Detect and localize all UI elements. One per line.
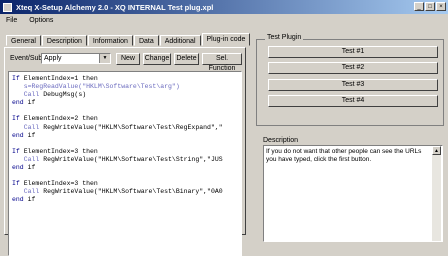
test-1-button[interactable]: Test #1 <box>268 46 438 58</box>
code-line: If ElementIndex=3 then <box>12 180 98 188</box>
test-plugin-label: Test Plugin <box>265 34 304 41</box>
tab-information[interactable]: Information <box>87 35 133 46</box>
delete-button[interactable]: Delete <box>174 53 199 65</box>
code-text: If ElementIndex=1 then s=RegReadValue("H… <box>12 75 223 205</box>
code-line: s=RegReadValue("HKLM\Software\Test\arg") <box>23 83 180 91</box>
code-line: If ElementIndex=2 then <box>12 115 98 123</box>
maximize-button[interactable]: □ <box>425 2 435 11</box>
title-bar: Xteq X-Setup Alchemy 2.0 - XQ INTERNAL T… <box>0 0 448 14</box>
code-line: end if <box>12 99 36 107</box>
test-3-button[interactable]: Test #3 <box>268 79 438 91</box>
window-title: Xteq X-Setup Alchemy 2.0 - XQ INTERNAL T… <box>16 2 214 12</box>
minimize-button[interactable]: _ <box>414 2 424 11</box>
code-line: end if <box>12 131 36 139</box>
description-label: Description <box>263 137 299 144</box>
tab-additional[interactable]: Additional <box>159 35 201 46</box>
app-icon <box>3 2 12 12</box>
code-line: If ElementIndex=1 then <box>12 75 98 82</box>
description-scrollbar[interactable]: ▲ <box>432 146 441 241</box>
tab-description[interactable]: Description <box>41 35 87 46</box>
code-line: end if <box>12 196 36 204</box>
tab-strip: General Description Information Data Add… <box>6 33 251 47</box>
test-4-button[interactable]: Test #4 <box>268 95 438 107</box>
event-sub-select[interactable]: Apply ▼ <box>41 53 111 64</box>
code-line: end if <box>12 164 36 172</box>
menu-bar: File Options <box>0 15 448 26</box>
code-line: If ElementIndex=3 then <box>12 147 98 155</box>
code-line: Call RegWriteValue("HKLM\Software\Test\S… <box>23 155 223 163</box>
test-2-button[interactable]: Test #2 <box>268 62 438 74</box>
new-button[interactable]: New <box>116 53 140 65</box>
code-line: Call RegWriteValue("HKLM\Software\Test\R… <box>23 123 223 131</box>
tab-plugin-code[interactable]: Plug-in code <box>201 33 251 46</box>
close-button[interactable]: × <box>436 2 446 11</box>
chevron-down-icon[interactable]: ▼ <box>99 54 110 63</box>
scroll-up-icon[interactable]: ▲ <box>432 146 441 155</box>
code-line: Call DebugMsg(s) <box>23 91 87 99</box>
event-sub-label: Event/Sub <box>10 55 43 62</box>
menu-file[interactable]: File <box>0 17 23 24</box>
tab-data[interactable]: Data <box>133 35 159 46</box>
code-line: Call RegWriteValue("HKLM\Software\Test\B… <box>23 188 223 196</box>
tab-general[interactable]: General <box>6 35 41 46</box>
code-editor[interactable]: If ElementIndex=1 then s=RegReadValue("H… <box>8 71 242 256</box>
event-sub-value: Apply <box>44 55 62 62</box>
select-function-button[interactable]: Sel. Function <box>202 53 242 72</box>
description-text: If you do not want that other people can… <box>263 145 443 242</box>
menu-options[interactable]: Options <box>23 17 59 24</box>
change-button[interactable]: Change <box>143 53 171 65</box>
